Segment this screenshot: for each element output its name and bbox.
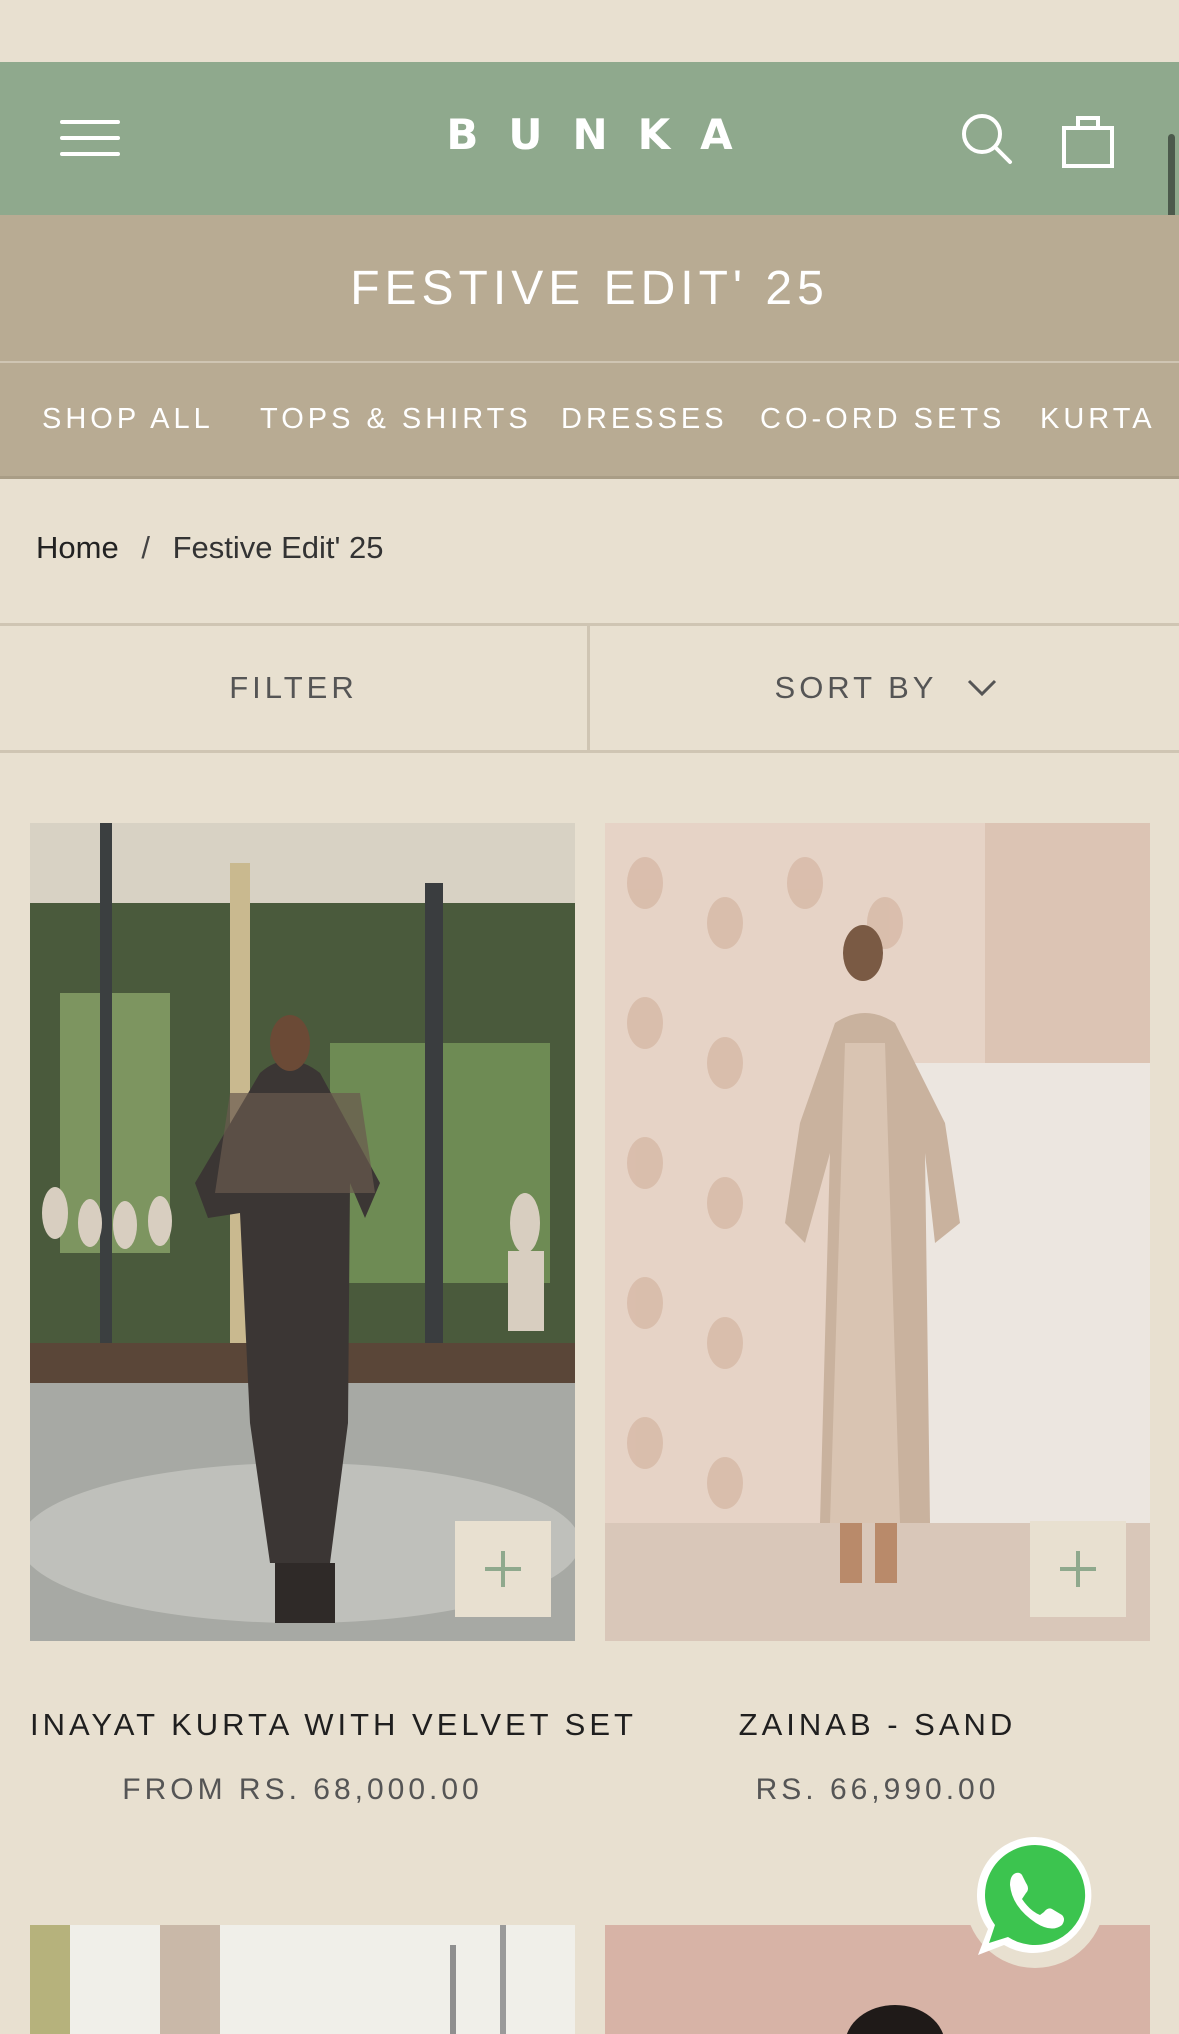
product-card[interactable]: ZAINAB - SAND RS. 66,990.00 [605, 823, 1150, 1807]
logo-text: BUNKA [446, 110, 763, 159]
category-dresses[interactable]: DRESSES [561, 403, 728, 436]
product-card[interactable]: INAYAT KURTA WITH VELVET SET FROM RS. 68… [30, 823, 633, 1807]
site-header: BUNKA [0, 62, 1179, 296]
plus-icon [1060, 1551, 1096, 1587]
sort-label: SORT BY [774, 670, 938, 705]
sort-by-button[interactable]: SORT BY [593, 626, 1179, 750]
product-image[interactable] [30, 823, 575, 1641]
category-co-ord-sets[interactable]: CO-ORD SETS [760, 403, 1005, 436]
product-title[interactable]: ZAINAB - SAND [605, 1707, 1150, 1743]
quick-add-button[interactable] [1030, 1521, 1126, 1617]
breadcrumb-home[interactable]: Home [36, 530, 119, 565]
product-image[interactable] [605, 823, 1150, 1641]
breadcrumb: Home / Festive Edit' 25 [36, 530, 384, 566]
filter-button[interactable]: FILTER [0, 626, 590, 750]
product-price: RS. 66,990.00 [755, 1773, 1000, 1806]
chevron-down-icon [968, 679, 997, 697]
breadcrumb-separator: / [141, 530, 150, 565]
collection-banner: FESTIVE EDIT' 25 [0, 215, 1179, 363]
product-price: FROM RS. 68,000.00 [122, 1773, 483, 1806]
quick-add-button[interactable] [455, 1521, 551, 1617]
product-image-partial[interactable] [30, 1925, 575, 2034]
shopping-bag-icon[interactable] [1058, 108, 1120, 170]
filter-label: FILTER [229, 670, 358, 705]
breadcrumb-current: Festive Edit' 25 [172, 530, 384, 565]
category-shop-all[interactable]: SHOP ALL [42, 403, 214, 436]
category-nav: SHOP ALL TOPS & SHIRTS DRESSES CO-ORD SE… [0, 363, 1179, 479]
category-kurta[interactable]: KURTA [1040, 403, 1156, 436]
product-title[interactable]: INAYAT KURTA WITH VELVET SET [30, 1707, 633, 1743]
search-icon[interactable] [958, 110, 1014, 166]
status-area [0, 0, 1179, 62]
filter-sort-bar: FILTER SORT BY [0, 623, 1179, 753]
whatsapp-icon[interactable] [964, 1827, 1106, 1969]
plus-icon [485, 1551, 521, 1587]
collection-title: FESTIVE EDIT' 25 [350, 261, 829, 315]
category-tops-shirts[interactable]: TOPS & SHIRTS [260, 403, 532, 436]
